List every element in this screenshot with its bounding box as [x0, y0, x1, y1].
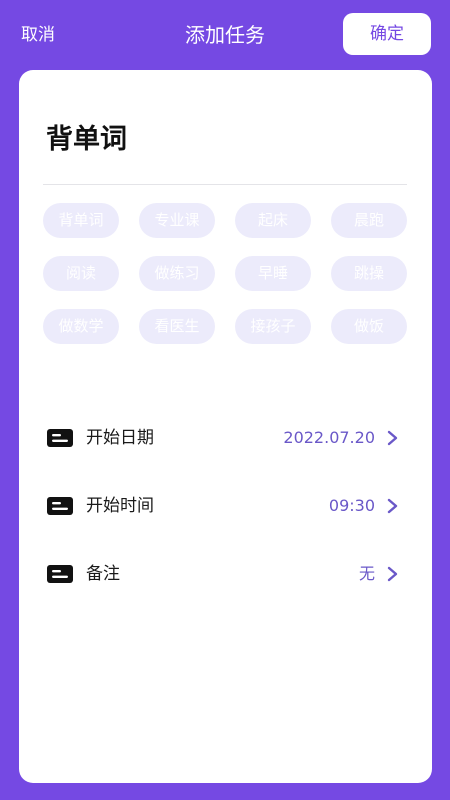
tag-chip[interactable]: 接孩子 [235, 309, 311, 344]
confirm-button[interactable]: 确定 [343, 13, 431, 55]
start-time-label: 开始时间 [86, 496, 154, 516]
start-date-value: 2022.07.20 [283, 428, 375, 447]
divider [43, 184, 407, 185]
note-value: 无 [358, 564, 375, 583]
tag-chip[interactable]: 跳操 [331, 256, 407, 291]
task-card: 背单词 背单词 专业课 起床 晨跑 阅读 做练习 早睡 跳操 做数学 看医生 接… [19, 70, 432, 783]
tag-chip[interactable]: 晨跑 [331, 203, 407, 238]
tag-chip[interactable]: 专业课 [139, 203, 215, 238]
clock-icon [47, 497, 73, 515]
tag-chip[interactable]: 看医生 [139, 309, 215, 344]
start-time-row[interactable]: 开始时间 09:30 [47, 489, 407, 523]
start-date-label: 开始日期 [86, 428, 154, 448]
task-name[interactable]: 背单词 [46, 122, 127, 158]
tag-chip[interactable]: 阅读 [43, 256, 119, 291]
chevron-right-icon [387, 566, 398, 582]
start-time-value: 09:30 [328, 496, 375, 515]
top-bar: 取消 添加任务 确定 [0, 0, 450, 70]
start-date-row[interactable]: 开始日期 2022.07.20 [47, 421, 407, 455]
note-icon [47, 565, 73, 583]
tag-chip[interactable]: 早睡 [235, 256, 311, 291]
note-label: 备注 [86, 564, 120, 584]
calendar-icon [47, 429, 73, 447]
tag-chip[interactable]: 做数学 [43, 309, 119, 344]
chevron-right-icon [387, 498, 398, 514]
tag-chip[interactable]: 做饭 [331, 309, 407, 344]
chevron-right-icon [387, 430, 398, 446]
tag-chip[interactable]: 起床 [235, 203, 311, 238]
tag-chip[interactable]: 背单词 [43, 203, 119, 238]
note-row[interactable]: 备注 无 [47, 557, 407, 591]
tag-chip[interactable]: 做练习 [139, 256, 215, 291]
